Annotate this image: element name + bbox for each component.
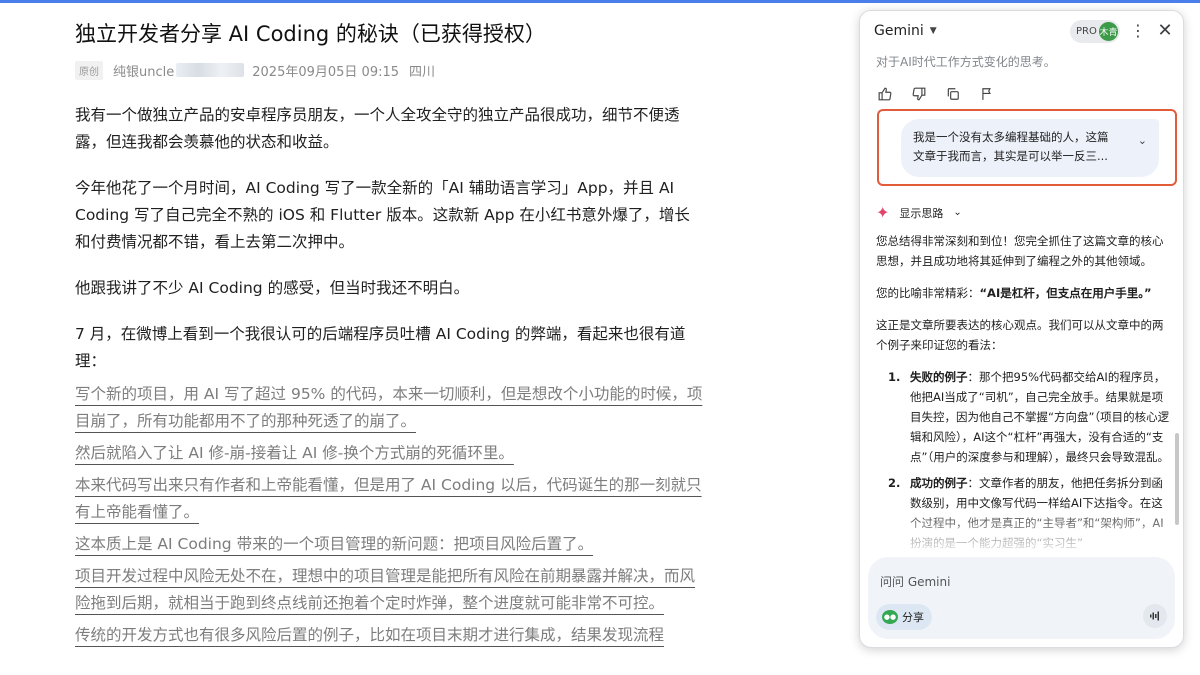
gemini-header: Gemini ▼ PRO 木青 ⋮ ✕: [860, 11, 1183, 53]
reply-list-item: 1. 失败的例子：那个把95%代码都交给AI的程序员，他把AI当成了“司机”，自…: [888, 367, 1172, 467]
list-item-title: 失败的例子: [910, 370, 968, 384]
reply-bold-quote: “AI是杠杆，但支点在用户手里。”: [979, 286, 1152, 300]
scrollbar-thumb[interactable]: [1175, 433, 1179, 525]
scroll-fade: [860, 515, 1183, 555]
prompt-box[interactable]: 问问 Gemini ●● 分享: [868, 557, 1175, 639]
article-title: 独立开发者分享 AI Coding 的秘诀（已获得授权）: [75, 22, 546, 46]
quote-paragraph: 写个新的项目，用 AI 写了超过 95% 的代码，本来一切顺利，但是想改个小功能…: [75, 381, 705, 435]
conversation-scroll[interactable]: 对于AI时代工作方式变化的思考。 我是一个没有太多编程基础的人，这篇 文章于我而…: [860, 53, 1183, 555]
quote-text: 这本质上是 AI Coding 带来的一个项目管理的新问题：把项目风险后置了。: [75, 535, 594, 553]
gemini-panel: Gemini ▼ PRO 木青 ⋮ ✕ 对于AI时代工作方式变化的思考。 我是一…: [859, 10, 1184, 648]
paragraph: 今年他花了一个月时间，AI Coding 写了一款全新的「AI 辅助语言学习」A…: [75, 179, 690, 251]
thumbs-down-icon[interactable]: [911, 87, 927, 105]
copy-icon[interactable]: [945, 87, 961, 105]
list-number: 2.: [888, 476, 901, 490]
mic-icon[interactable]: [1143, 604, 1167, 628]
quote-paragraph: 传统的开发方式也有很多风险后置的例子，比如在项目末期才进行集成，结果发现流程: [75, 622, 705, 649]
author-link[interactable]: 纯银uncle: [113, 61, 174, 80]
avatar: 木青: [1099, 22, 1118, 41]
reply-paragraph: 这正是文章所要表达的核心观点。我们可以从文章中的两个例子来印证您的看法：: [876, 318, 1164, 352]
show-thinking-toggle[interactable]: ✦ 显示思路 ⌄: [876, 203, 962, 222]
reply-paragraph: 您总结得非常深刻和到位！您完全抓住了这篇文章的核心思想，并且成功地将其延伸到了编…: [876, 234, 1164, 268]
thumbs-up-icon[interactable]: [877, 87, 893, 105]
list-number: 1.: [888, 370, 901, 384]
expand-chevron-icon[interactable]: ⌄: [1138, 131, 1147, 150]
user-message-line: 文章于我而言，其实是可以举一反三...: [913, 149, 1108, 163]
more-options-icon[interactable]: ⋮: [1130, 22, 1146, 40]
response-actions: [877, 87, 995, 105]
paragraph: 他跟我讲了不少 AI Coding 的感受，但当时我还不明白。: [75, 279, 470, 297]
publish-location: 四川: [409, 64, 436, 80]
user-message-bubble[interactable]: 我是一个没有太多编程基础的人，这篇 文章于我而言，其实是可以举一反三... ⌄: [901, 119, 1159, 177]
flag-icon[interactable]: [979, 87, 995, 105]
model-selector[interactable]: Gemini ▼: [874, 23, 937, 39]
chevron-down-icon: ⌄: [953, 207, 962, 218]
quote-text: 本来代码写出来只有作者和上帝能看懂，但是用了 AI Coding 以后，代码诞生…: [75, 476, 702, 521]
quote-paragraph: 项目开发过程中风险无处不在，理想中的项目管理是能把所有风险在前期暴露并解决，而风…: [75, 563, 705, 617]
share-label: 分享: [902, 611, 924, 624]
gemini-title: Gemini: [874, 23, 924, 39]
caret-down-icon: ▼: [929, 26, 937, 36]
quote-paragraph: 这本质上是 AI Coding 带来的一个项目管理的新问题：把项目风险后置了。: [75, 531, 705, 558]
article-meta: 原创 纯银uncle 2025年09月05日 09:15 四川: [75, 60, 705, 80]
quote-paragraph: 本来代码写出来只有作者和上帝能看懂，但是用了 AI Coding 以后，代码诞生…: [75, 472, 705, 526]
paragraph: 7 月，在微博上看到一个我很认可的后端程序员吐槽 AI Coding 的弊端，看…: [75, 325, 686, 370]
quote-text: 然后就陷入了让 AI 修-崩-接着让 AI 修-换个方式崩的死循环里。: [75, 444, 514, 462]
show-thinking-label: 显示思路: [899, 206, 944, 220]
list-item-title: 成功的例子: [910, 476, 968, 490]
account-pill[interactable]: PRO 木青: [1070, 20, 1120, 43]
prompt-input[interactable]: 问问 Gemini: [880, 573, 950, 590]
quote-text: 传统的开发方式也有很多风险后置的例子，比如在项目末期才进行集成，结果发现流程: [75, 626, 665, 644]
redacted-blur: [176, 63, 245, 77]
close-icon[interactable]: ✕: [1155, 20, 1175, 41]
quote-text: 写个新的项目，用 AI 写了超过 95% 的代码，本来一切顺利，但是想改个小功能…: [75, 385, 703, 430]
article: 独立开发者分享 AI Coding 的秘诀（已获得授权） 原创 纯银uncle …: [75, 18, 705, 654]
paragraph: 我有一个做独立产品的安卓程序员朋友，一个人全攻全守的独立产品很成功，细节不便透露…: [75, 106, 680, 151]
user-message-line: 我是一个没有太多编程基础的人，这篇: [913, 130, 1109, 144]
original-tag: 原创: [75, 60, 103, 80]
gemini-reply: 您总结得非常深刻和到位！您完全抓住了这篇文章的核心思想，并且成功地将其延伸到了编…: [876, 231, 1172, 555]
reply-paragraph: 您的比喻非常精彩：“AI是杠杆，但支点在用户手里。”: [876, 283, 1172, 303]
quote-text: 项目开发过程中风险无处不在，理想中的项目管理是能把所有风险在前期暴露并解决，而风…: [75, 567, 696, 612]
share-button[interactable]: ●● 分享: [876, 604, 932, 630]
list-item-text: ：那个把95%代码都交给AI的程序员，他把AI当成了“司机”，自己完全放手。结果…: [910, 370, 1170, 464]
gemini-spark-icon: ✦: [876, 203, 890, 222]
previous-response-tail: 对于AI时代工作方式变化的思考。: [876, 55, 1056, 69]
reply-prefix: 您的比喻非常精彩：: [876, 286, 980, 300]
highlighted-user-message: 我是一个没有太多编程基础的人，这篇 文章于我而言，其实是可以举一反三... ⌄: [877, 109, 1177, 186]
share-chat-icon: ●●: [882, 610, 898, 624]
pro-badge: PRO: [1076, 26, 1097, 37]
article-body: 我有一个做独立产品的安卓程序员朋友，一个人全攻全守的独立产品很成功，细节不便透露…: [75, 102, 705, 649]
browser-top-accent: [0, 0, 1200, 3]
quote-paragraph: 然后就陷入了让 AI 修-崩-接着让 AI 修-换个方式崩的死循环里。: [75, 440, 705, 467]
publish-date: 2025年09月05日 09:15: [252, 64, 400, 80]
